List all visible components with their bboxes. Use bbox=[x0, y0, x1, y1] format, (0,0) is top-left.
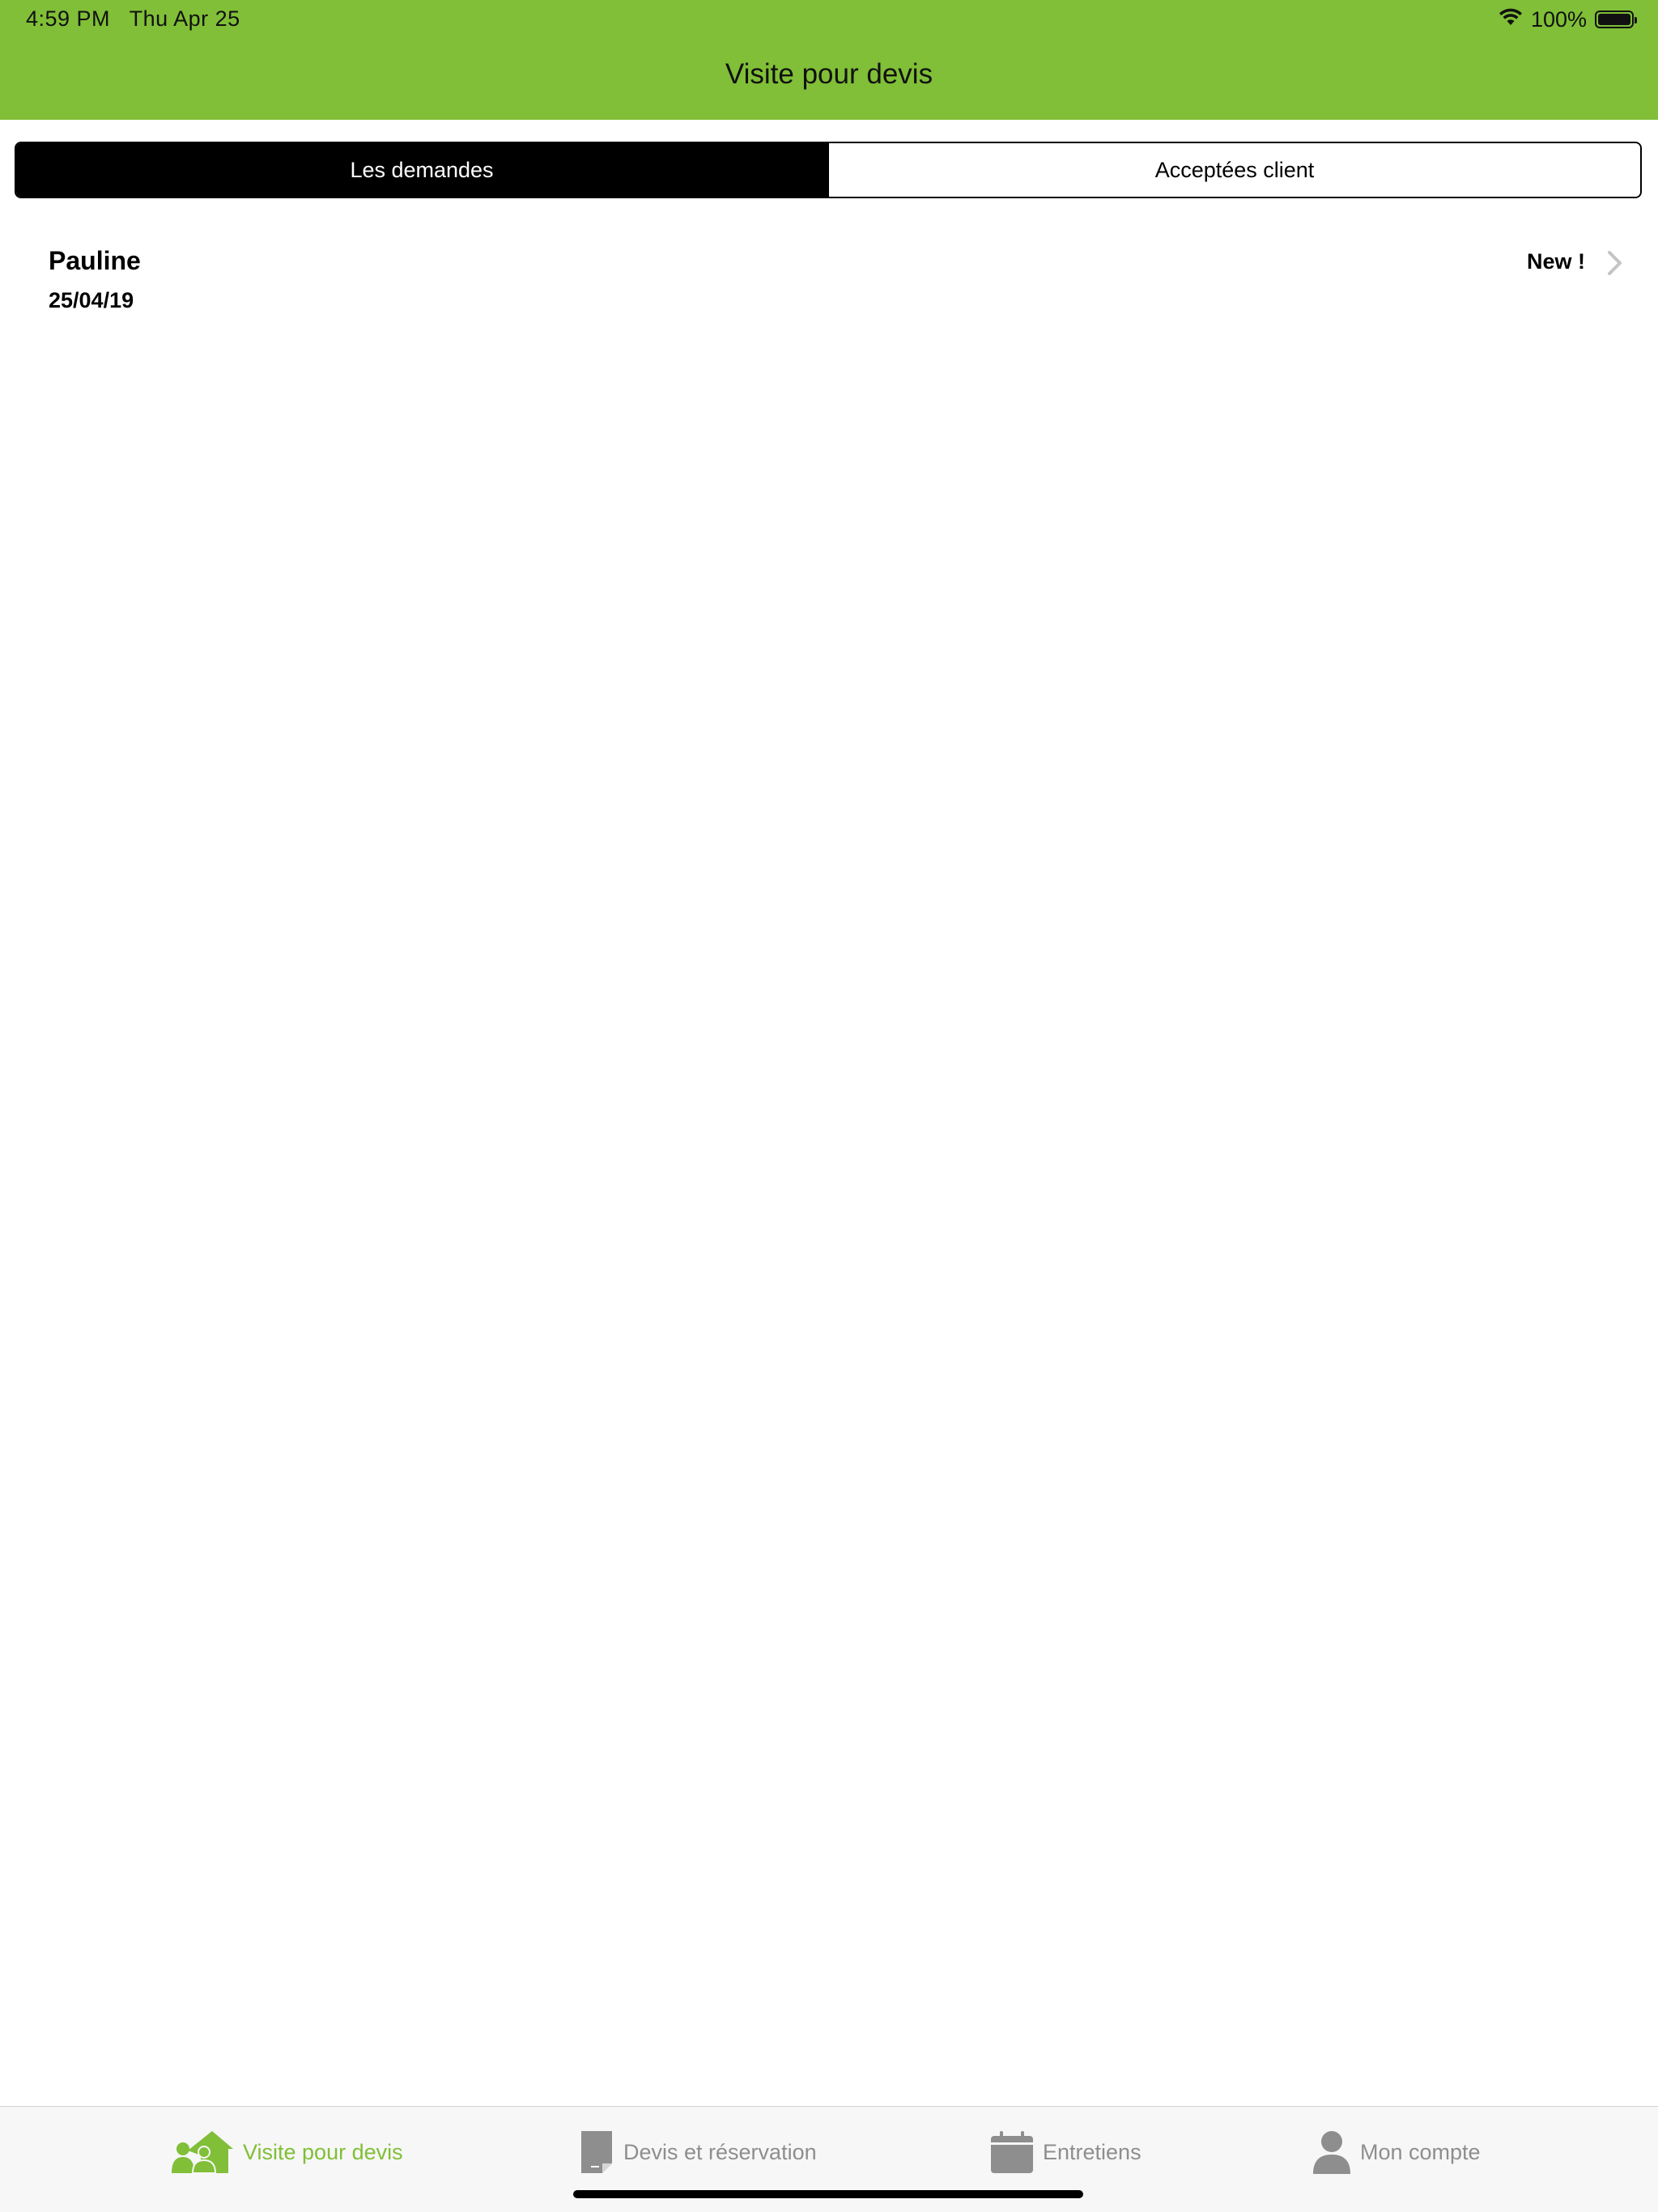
list-item[interactable]: Pauline 25/04/19 New ! bbox=[0, 235, 1658, 332]
status-date: Thu Apr 25 bbox=[129, 6, 240, 31]
tab-label: Devis et réservation bbox=[623, 2139, 817, 2164]
battery-icon bbox=[1595, 11, 1637, 28]
tab-devis-et-reservation[interactable]: Devis et réservation bbox=[580, 2128, 817, 2176]
navigation-header: 4:59 PM Thu Apr 25 100% Visite pour devi… bbox=[0, 0, 1658, 120]
status-time: 4:59 PM bbox=[26, 6, 111, 31]
segmented-control: Les demandes Acceptées client bbox=[15, 142, 1642, 198]
home-indicator[interactable] bbox=[573, 2190, 1083, 2198]
tab-mon-compte[interactable]: Mon compte bbox=[1313, 2128, 1481, 2176]
request-date: 25/04/19 bbox=[49, 288, 134, 312]
tab-label: Mon compte bbox=[1360, 2139, 1481, 2164]
segment-les-demandes[interactable]: Les demandes bbox=[16, 143, 827, 197]
page-title: Visite pour devis bbox=[725, 58, 933, 90]
battery-fill bbox=[1598, 14, 1630, 25]
battery-percent: 100% bbox=[1530, 6, 1587, 32]
house-people-icon bbox=[172, 2131, 233, 2173]
person-icon bbox=[1313, 2130, 1350, 2174]
new-badge: New ! bbox=[1526, 249, 1585, 274]
wifi-icon bbox=[1499, 7, 1523, 32]
status-bar-time: 4:59 PM Thu Apr 25 bbox=[26, 6, 240, 32]
tab-label: Entretiens bbox=[1043, 2139, 1141, 2164]
tab-label: Visite pour devis bbox=[243, 2139, 403, 2164]
calendar-icon bbox=[991, 2131, 1033, 2173]
tab-entretiens[interactable]: Entretiens bbox=[991, 2128, 1141, 2176]
segment-acceptees-client[interactable]: Acceptées client bbox=[827, 143, 1640, 197]
tab-visite-pour-devis[interactable]: Visite pour devis bbox=[172, 2128, 403, 2176]
document-icon bbox=[580, 2131, 614, 2173]
chevron-right-icon bbox=[1605, 249, 1626, 277]
status-bar-right: 100% bbox=[1499, 5, 1637, 34]
client-name: Pauline bbox=[49, 246, 141, 275]
